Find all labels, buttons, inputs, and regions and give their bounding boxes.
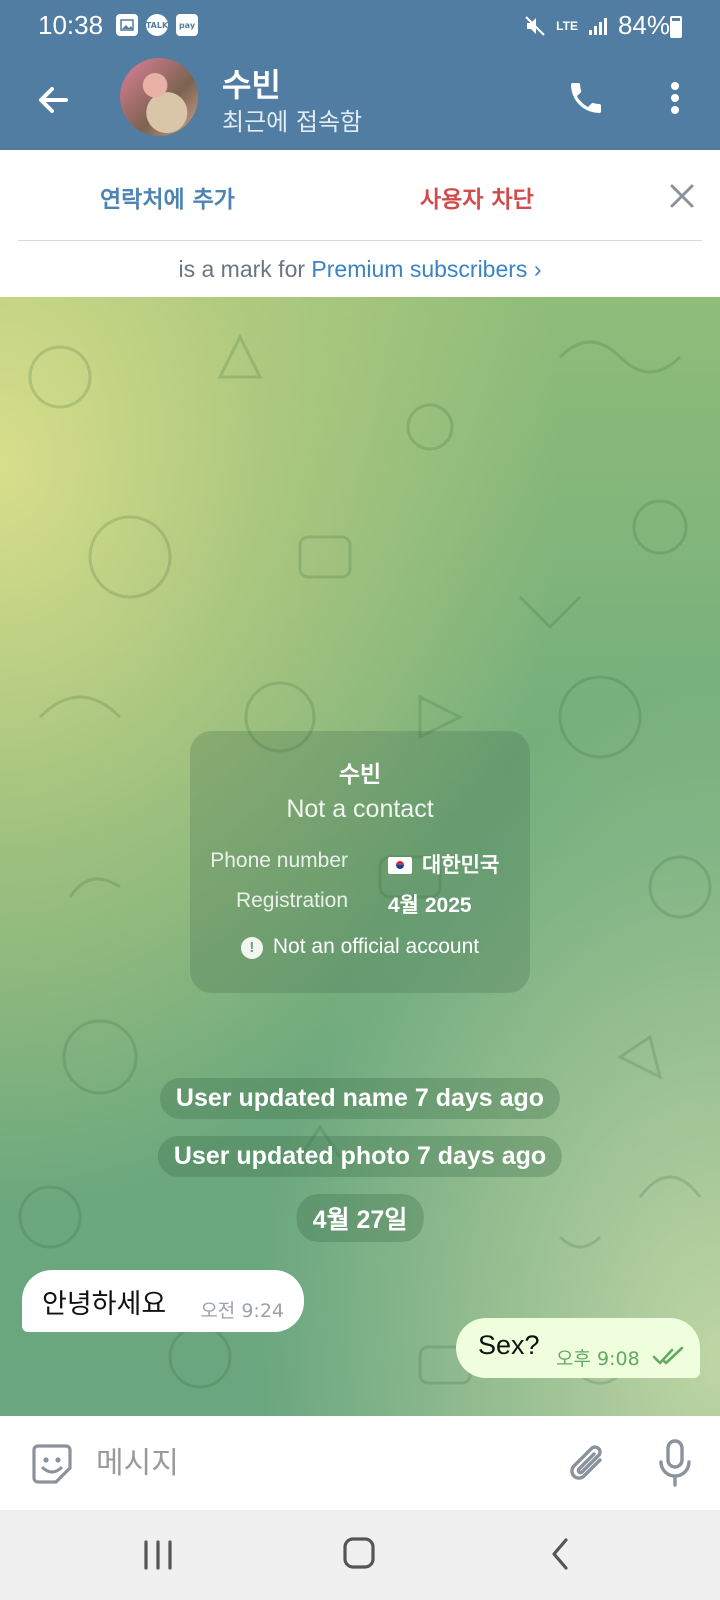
microphone-icon[interactable] [656, 1438, 694, 1488]
service-message: User updated photo 7 days ago [157, 1136, 563, 1177]
block-user-button[interactable]: 사용자 차단 [420, 180, 534, 214]
status-time: 10:38 [38, 10, 104, 40]
battery-percent: 84% [617, 10, 670, 40]
chat-title[interactable]: 수빈 [222, 60, 281, 106]
registration-label: Registration [235, 889, 348, 912]
close-icon[interactable] [668, 182, 696, 210]
kakaotalk-notification-icon: TALK [146, 14, 168, 36]
korea-flag-icon [388, 857, 412, 874]
message-input-bar [0, 1416, 720, 1510]
message-time: 오전 9:24 [200, 1300, 284, 1322]
contact-action-bar: 연락처에 추가 사용자 차단 [0, 150, 720, 242]
premium-note: is a mark for Premium subscribers › [0, 241, 720, 297]
service-message: User updated name 7 days ago [159, 1078, 561, 1119]
message-text: 안녕하세요 [42, 1289, 167, 1320]
mute-icon [525, 15, 545, 36]
gallery-notification-icon [116, 14, 138, 36]
back-arrow-icon[interactable] [34, 80, 74, 120]
battery-icon [670, 16, 682, 38]
status-bar: 10:38 TALK pay LTE 84% [0, 0, 720, 52]
lte-indicator: LTE [556, 18, 578, 33]
status-right: LTE 84% [524, 10, 670, 41]
info-card-name: 수빈 [338, 762, 382, 788]
home-icon[interactable] [342, 1536, 376, 1570]
last-seen-status: 최근에 접속함 [222, 108, 363, 136]
pay-notification-icon: pay [176, 14, 198, 36]
premium-link-label: Premium subscribers [311, 256, 528, 282]
signal-icon [588, 17, 607, 35]
message-text: Sex? [478, 1330, 540, 1360]
not-official-warning: ! Not an official account [190, 935, 530, 959]
phone-number-label: Phone number [210, 849, 348, 872]
chat-header: 수빈 최근에 접속함 [0, 52, 720, 150]
phone-number-value: 대한민국 [388, 849, 499, 879]
outgoing-message[interactable]: Sex? 오후 9:08 [456, 1318, 700, 1378]
double-check-icon [652, 1346, 684, 1365]
notification-icons: TALK pay [116, 14, 198, 36]
chat-area[interactable]: 수빈 Not a contact Phone number 대한민국 Regis… [0, 297, 720, 1416]
premium-subscribers-link[interactable]: Premium subscribers › [311, 256, 541, 282]
system-navigation-bar [0, 1510, 720, 1600]
phone-call-icon[interactable] [566, 78, 606, 118]
recent-apps-icon[interactable] [140, 1538, 176, 1572]
phone-country: 대한민국 [422, 854, 500, 877]
date-chip: 4월 27일 [296, 1194, 424, 1242]
premium-note-prefix: is a mark for [178, 256, 306, 282]
nav-back-icon[interactable] [548, 1536, 572, 1572]
more-options-icon[interactable] [660, 78, 690, 118]
info-card-subtitle: Not a contact [286, 795, 434, 823]
sticker-emoji-icon[interactable] [28, 1440, 76, 1488]
message-time: 오후 9:08 [556, 1348, 640, 1370]
contact-info-card: 수빈 Not a contact Phone number 대한민국 Regis… [190, 731, 530, 993]
avatar[interactable] [120, 58, 198, 136]
add-contact-button[interactable]: 연락처에 추가 [100, 180, 235, 214]
chevron-right-icon: › [533, 256, 542, 282]
exclamation-icon: ! [240, 937, 263, 959]
incoming-message[interactable]: 안녕하세요 오전 9:24 [22, 1270, 304, 1332]
not-official-text: Not an official account [272, 935, 480, 958]
registration-value: 4월 2025 [388, 894, 472, 917]
attach-paperclip-icon[interactable] [566, 1440, 610, 1488]
message-input[interactable] [96, 1438, 516, 1488]
